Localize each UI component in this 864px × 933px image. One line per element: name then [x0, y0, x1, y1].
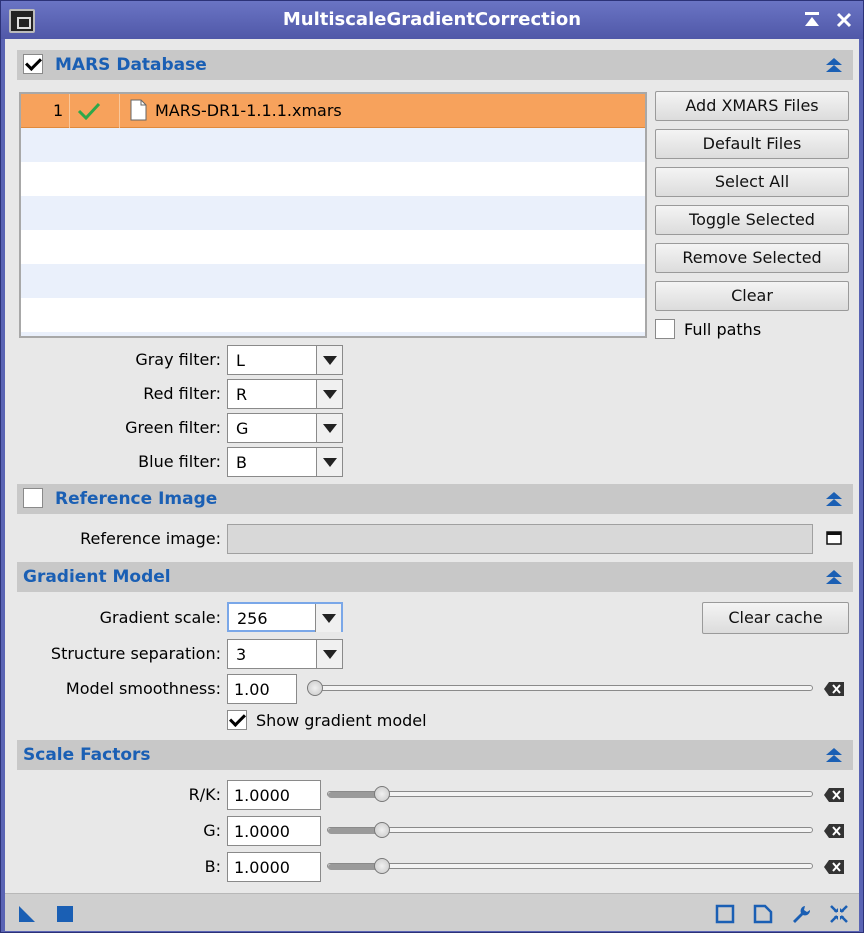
- show-gradient-model-label: Show gradient model: [256, 711, 427, 730]
- green-filter-select[interactable]: G: [227, 413, 343, 443]
- structure-separation-label: Structure separation:: [50, 644, 221, 663]
- close-icon[interactable]: [833, 9, 855, 31]
- rk-factor-field[interactable]: 1.0000: [227, 780, 321, 810]
- slider-thumb[interactable]: [374, 786, 390, 802]
- gradient-model-header[interactable]: Gradient Model: [17, 562, 853, 592]
- green-filter-value: G: [236, 419, 249, 438]
- blue-filter-select[interactable]: B: [227, 447, 343, 477]
- enabled-check-icon[interactable]: [77, 102, 101, 120]
- default-files-button[interactable]: Default Files: [655, 129, 849, 159]
- g-factor-label: G:: [203, 821, 221, 840]
- gradient-scale-value: 256: [237, 609, 268, 628]
- scale-factors-title: Scale Factors: [23, 745, 151, 765]
- file-name: MARS-DR1-1.1.1.xmars: [155, 101, 342, 120]
- b-factor-field[interactable]: 1.0000: [227, 852, 321, 882]
- clear-cache-button[interactable]: Clear cache: [702, 602, 849, 634]
- rk-factor-label: R/K:: [188, 785, 221, 804]
- select-view-icon[interactable]: [825, 530, 843, 546]
- add-xmars-files-button[interactable]: Add XMARS Files: [655, 91, 849, 121]
- wrench-icon[interactable]: [791, 904, 811, 924]
- reference-image-checkbox[interactable]: [23, 488, 43, 508]
- document-icon: [130, 99, 147, 121]
- g-factor-slider[interactable]: [327, 827, 813, 834]
- list-item-empty: [21, 128, 645, 162]
- reference-image-title: Reference Image: [55, 489, 218, 509]
- select-all-button[interactable]: Select All: [655, 167, 849, 197]
- process-interface: MARS Database 1 MARS-DR1-1.1.1.xmars Add…: [5, 39, 859, 893]
- new-instance-icon[interactable]: [17, 904, 37, 924]
- full-paths-label: Full paths: [684, 320, 762, 339]
- collapse-icon[interactable]: [825, 746, 843, 764]
- clear-button[interactable]: Clear: [655, 281, 849, 311]
- full-paths-checkbox[interactable]: [655, 319, 675, 339]
- structure-separation-value: 3: [236, 645, 247, 664]
- structure-separation-select[interactable]: 3: [227, 639, 343, 669]
- model-smoothness-label: Model smoothness:: [65, 679, 221, 698]
- collapse-icon[interactable]: [825, 568, 843, 586]
- red-filter-value: R: [236, 385, 248, 404]
- list-item-empty: [21, 264, 645, 298]
- slider-thumb[interactable]: [374, 822, 390, 838]
- reset-icon[interactable]: [823, 681, 845, 697]
- model-smoothness-field[interactable]: 1.00: [227, 674, 297, 704]
- slider-thumb[interactable]: [307, 680, 323, 696]
- show-gradient-model-checkbox[interactable]: [227, 710, 247, 730]
- reference-image-header[interactable]: Reference Image: [17, 484, 853, 514]
- collapse-icon[interactable]: [825, 490, 843, 508]
- apply-global-icon[interactable]: [55, 904, 75, 924]
- toggle-selected-button[interactable]: Toggle Selected: [655, 205, 849, 235]
- list-item[interactable]: 1 MARS-DR1-1.1.1.xmars: [21, 94, 645, 128]
- rk-factor-slider[interactable]: [327, 791, 813, 798]
- reset-all-icon[interactable]: [829, 904, 849, 924]
- reset-icon[interactable]: [823, 823, 845, 839]
- gray-filter-label: Gray filter:: [135, 350, 221, 369]
- gradient-scale-label: Gradient scale:: [99, 608, 221, 627]
- scale-factors-header[interactable]: Scale Factors: [17, 740, 853, 770]
- mars-database-header[interactable]: MARS Database: [17, 50, 853, 80]
- g-factor-field[interactable]: 1.0000: [227, 816, 321, 846]
- reset-icon[interactable]: [823, 859, 845, 875]
- chevron-down-icon[interactable]: [316, 640, 342, 668]
- slider-thumb[interactable]: [374, 858, 390, 874]
- control-bar: [5, 893, 859, 931]
- green-filter-label: Green filter:: [125, 418, 221, 437]
- reference-image-label: Reference image:: [80, 529, 221, 548]
- gradient-model-title: Gradient Model: [23, 567, 171, 587]
- red-filter-label: Red filter:: [143, 384, 221, 403]
- documentation-icon[interactable]: [753, 904, 773, 924]
- gradient-scale-select[interactable]: 256: [227, 602, 343, 632]
- chevron-down-icon[interactable]: [316, 346, 342, 374]
- blue-filter-label: Blue filter:: [138, 452, 221, 471]
- window-title: MultiscaleGradientCorrection: [282, 9, 582, 30]
- red-filter-select[interactable]: R: [227, 379, 343, 409]
- chevron-down-icon[interactable]: [315, 604, 341, 632]
- chevron-down-icon[interactable]: [316, 448, 342, 476]
- list-item-empty: [21, 196, 645, 230]
- b-factor-label: B:: [204, 857, 221, 876]
- collapse-icon[interactable]: [825, 56, 843, 74]
- preview-icon[interactable]: [715, 904, 735, 924]
- file-index: 1: [53, 101, 64, 120]
- mars-database-checkbox[interactable]: [23, 54, 43, 74]
- blue-filter-value: B: [236, 453, 247, 472]
- reference-image-field[interactable]: [227, 524, 813, 554]
- list-item-empty: [21, 332, 645, 336]
- mars-database-title: MARS Database: [55, 55, 207, 75]
- model-smoothness-slider[interactable]: [307, 685, 813, 691]
- shade-icon[interactable]: [801, 9, 823, 31]
- remove-selected-button[interactable]: Remove Selected: [655, 243, 849, 273]
- b-factor-slider[interactable]: [327, 863, 813, 870]
- reset-icon[interactable]: [823, 787, 845, 803]
- chevron-down-icon[interactable]: [316, 414, 342, 442]
- gray-filter-value: L: [236, 351, 245, 370]
- gray-filter-select[interactable]: L: [227, 345, 343, 375]
- mars-file-list[interactable]: 1 MARS-DR1-1.1.1.xmars: [19, 92, 647, 338]
- process-window: MultiscaleGradientCorrection MARS Databa…: [0, 0, 864, 933]
- title-bar[interactable]: MultiscaleGradientCorrection: [1, 1, 863, 39]
- chevron-down-icon[interactable]: [316, 380, 342, 408]
